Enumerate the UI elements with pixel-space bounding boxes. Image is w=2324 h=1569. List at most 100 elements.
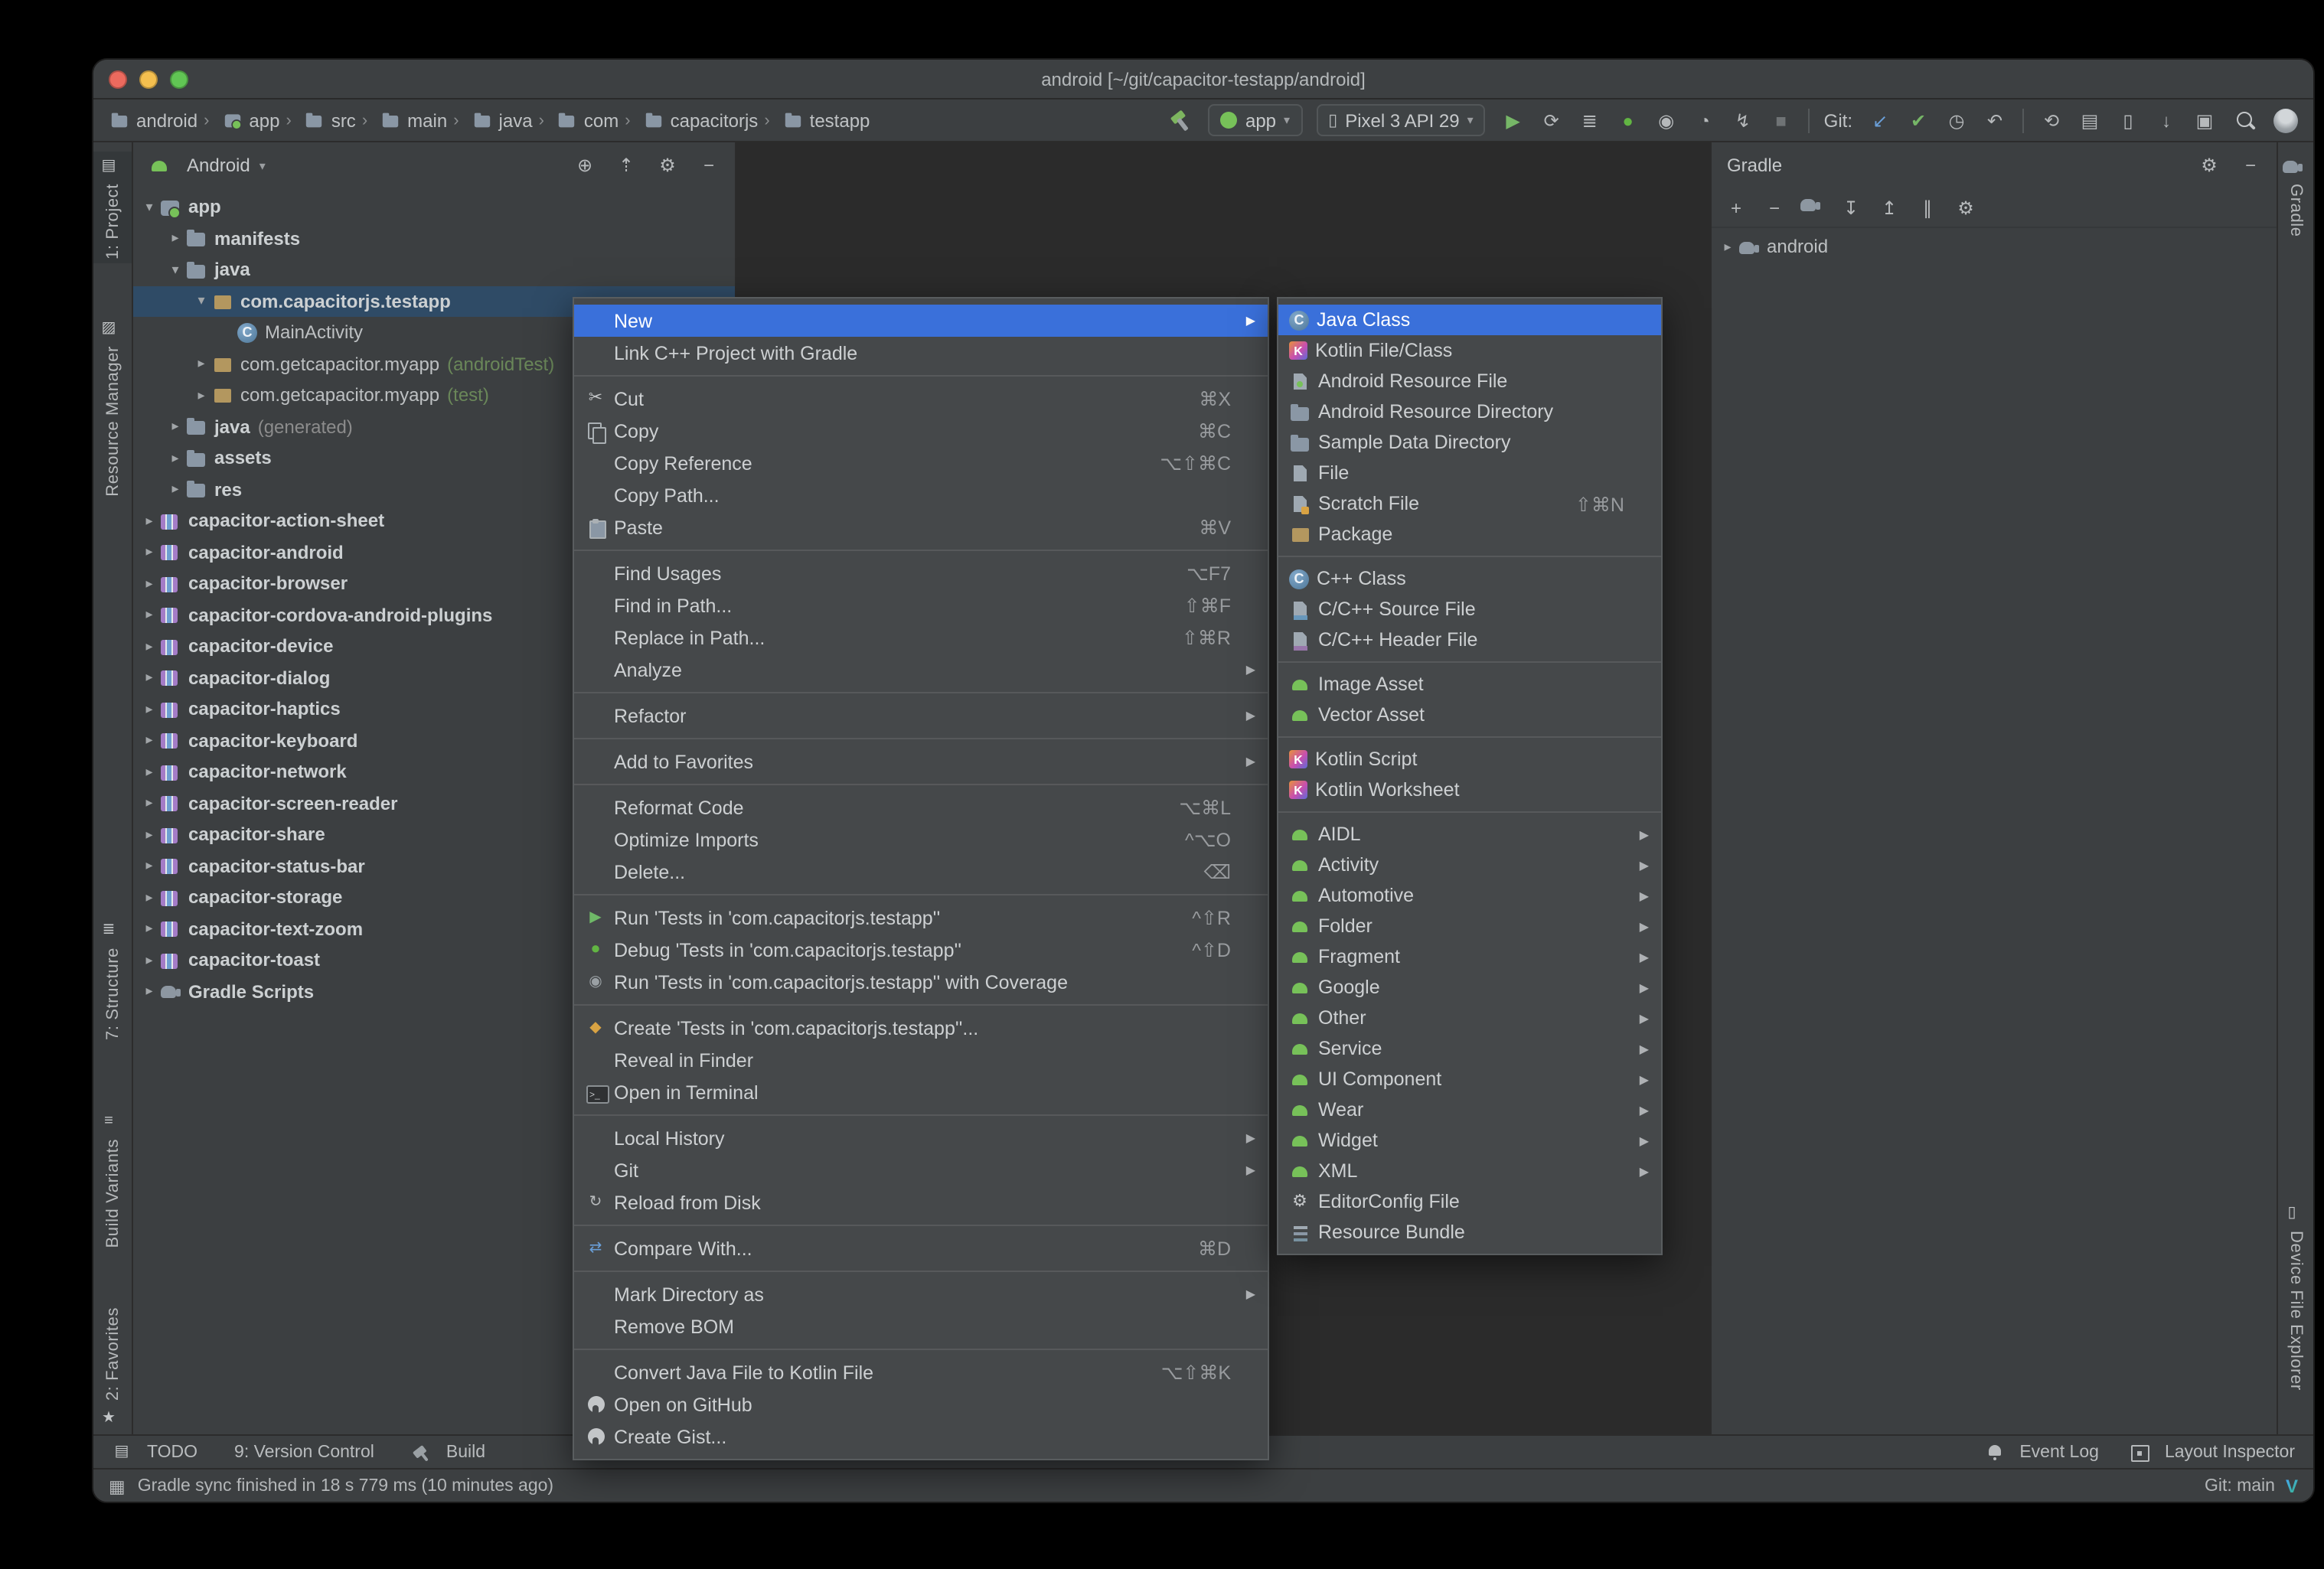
expander-icon[interactable]: ▸: [1718, 239, 1738, 256]
tool-tab-build-variants[interactable]: ≡ Build Variants: [93, 1107, 132, 1253]
attach-debugger-button[interactable]: ↯: [1729, 106, 1757, 134]
menu-item-run-tests-in-com-capacitorjs-testapp[interactable]: ▶ Run 'Tests in 'com.capacitorjs.testapp…: [574, 902, 1268, 934]
submenu-item-wear[interactable]: Wear ▶: [1278, 1094, 1661, 1125]
menu-item-replace-in-path[interactable]: Replace in Path... ⇧⌘R: [574, 621, 1268, 654]
submenu-item-sample-data-directory[interactable]: Sample Data Directory: [1278, 427, 1661, 458]
tool-tab-device-file-explorer[interactable]: ▯ Device File Explorer: [2278, 1199, 2313, 1395]
expander-icon[interactable]: ▸: [139, 795, 159, 812]
menu-item-convert-java-file-to-kotlin-file[interactable]: Convert Java File to Kotlin File ⌥⇧⌘K: [574, 1356, 1268, 1388]
expander-icon[interactable]: ▾: [165, 262, 185, 279]
submenu-item-c-class[interactable]: C C++ Class: [1278, 563, 1661, 594]
submenu-item-package[interactable]: Package: [1278, 519, 1661, 550]
expander-icon[interactable]: ▸: [139, 827, 159, 843]
expander-icon[interactable]: ▸: [191, 387, 211, 404]
expand-all-button[interactable]: ↧: [1837, 194, 1865, 221]
menu-item-add-to-favorites[interactable]: Add to Favorites ▶: [574, 745, 1268, 778]
expander-icon[interactable]: ▸: [139, 638, 159, 655]
submenu-item-vector-asset[interactable]: Vector Asset: [1278, 700, 1661, 730]
expander-icon[interactable]: ▾: [191, 293, 211, 310]
search-icon[interactable]: [2232, 106, 2260, 134]
tool-tab-todo[interactable]: ▤ TODO: [112, 1443, 198, 1461]
expander-icon[interactable]: ▸: [139, 921, 159, 938]
breadcrumb-item-app[interactable]: › app: [197, 109, 279, 131]
expander-icon[interactable]: ▸: [165, 481, 185, 498]
run-button[interactable]: ▶: [1500, 106, 1527, 134]
menu-item-copy[interactable]: Copy ⌘C: [574, 415, 1268, 447]
expander-icon[interactable]: ▸: [139, 670, 159, 687]
run-task-button[interactable]: ∥: [1914, 194, 1941, 221]
view-settings-button[interactable]: ⚙: [657, 155, 678, 176]
menu-item-reveal-in-finder[interactable]: Reveal in Finder: [574, 1044, 1268, 1076]
submenu-item-resource-bundle[interactable]: Resource Bundle: [1278, 1217, 1661, 1248]
profiler-button[interactable]: ◔: [1691, 106, 1719, 134]
submenu-item-aidl[interactable]: AIDL ▶: [1278, 819, 1661, 850]
apply-changes-button[interactable]: ⟳: [1538, 106, 1565, 134]
submenu-item-kotlin-worksheet[interactable]: K Kotlin Worksheet: [1278, 775, 1661, 805]
gradle-icon[interactable]: [1799, 194, 1826, 221]
menu-item-copy-reference[interactable]: Copy Reference ⌥⇧⌘C: [574, 447, 1268, 479]
avatar[interactable]: [2273, 108, 2298, 132]
expander-icon[interactable]: ▸: [139, 952, 159, 969]
menu-item-mark-directory-as[interactable]: Mark Directory as ▶: [574, 1278, 1268, 1310]
zoom-button[interactable]: [170, 70, 188, 88]
submenu-item-service[interactable]: Service ▶: [1278, 1033, 1661, 1064]
tool-tab-structure[interactable]: ≣ 7: Structure: [93, 915, 132, 1045]
gradle-tools-button[interactable]: ⚙: [1952, 194, 1980, 221]
breadcrumb-item-com[interactable]: › com: [533, 109, 619, 131]
expander-icon[interactable]: ▸: [139, 607, 159, 624]
menu-item-compare-with[interactable]: ⇄ Compare With... ⌘D: [574, 1232, 1268, 1264]
expander-icon[interactable]: ▸: [139, 544, 159, 561]
layout-inspector-button[interactable]: ▣: [2191, 106, 2218, 134]
menu-item-paste[interactable]: Paste ⌘V: [574, 511, 1268, 543]
menu-item-find-usages[interactable]: Find Usages ⌥F7: [574, 557, 1268, 589]
run-configuration-select[interactable]: app ▾: [1208, 104, 1303, 136]
menu-item-refactor[interactable]: Refactor ▶: [574, 700, 1268, 732]
debug-button[interactable]: ●: [1614, 106, 1642, 134]
run-tasks-button[interactable]: ≣: [1576, 106, 1604, 134]
submenu-item-folder[interactable]: Folder ▶: [1278, 911, 1661, 941]
menu-item-create-tests-in-com-capacitorjs-testapp[interactable]: ◆ Create 'Tests in 'com.capacitorjs.test…: [574, 1012, 1268, 1044]
tree-row-manifests[interactable]: ▸ manifests: [133, 223, 735, 254]
tool-tab-gradle[interactable]: Gradle: [2278, 152, 2313, 242]
stop-button[interactable]: ■: [1767, 106, 1795, 134]
submenu-item-kotlin-script[interactable]: K Kotlin Script: [1278, 744, 1661, 775]
collapse-all-button[interactable]: ⇡: [615, 155, 637, 176]
tool-tab-favorites[interactable]: ★ 2: Favorites: [93, 1303, 132, 1433]
submenu-item-fragment[interactable]: Fragment ▶: [1278, 941, 1661, 972]
expander-icon[interactable]: ▸: [165, 230, 185, 247]
menu-item-cut[interactable]: ✂ Cut ⌘X: [574, 383, 1268, 415]
submenu-item-c-c-header-file[interactable]: C/C++ Header File: [1278, 625, 1661, 655]
expander-icon[interactable]: ▾: [139, 199, 159, 216]
expander-icon[interactable]: ▸: [139, 889, 159, 906]
gradle-settings-button[interactable]: ⚙: [2198, 155, 2220, 176]
submenu-item-widget[interactable]: Widget ▶: [1278, 1125, 1661, 1156]
tree-row-app[interactable]: ▾ app: [133, 191, 735, 223]
submenu-item-google[interactable]: Google ▶: [1278, 972, 1661, 1003]
git-branch-widget[interactable]: Git: main: [2205, 1476, 2275, 1495]
add-gradle-project-button[interactable]: +: [1722, 194, 1750, 221]
project-view-select[interactable]: Android: [187, 155, 250, 176]
event-log-button[interactable]: Event Log: [1984, 1443, 2099, 1461]
submenu-item-android-resource-directory[interactable]: Android Resource Directory: [1278, 396, 1661, 427]
submenu-item-c-c-source-file[interactable]: C/C++ Source File: [1278, 594, 1661, 625]
expander-icon[interactable]: ▸: [139, 858, 159, 875]
locate-file-button[interactable]: ⊕: [574, 155, 596, 176]
submenu-item-kotlin-file-class[interactable]: K Kotlin File/Class: [1278, 335, 1661, 366]
tool-tab-version-control[interactable]: 9: Version Control: [234, 1443, 374, 1461]
avd-manager-button[interactable]: ▯: [2114, 106, 2142, 134]
menu-item-analyze[interactable]: Analyze ▶: [574, 654, 1268, 686]
submenu-item-editorconfig-file[interactable]: ⚙ EditorConfig File: [1278, 1186, 1661, 1217]
remove-gradle-project-button[interactable]: −: [1761, 194, 1788, 221]
menu-item-run-tests-in-com-capacitorjs-testapp-with-covera[interactable]: ◉ Run 'Tests in 'com.capacitorjs.testapp…: [574, 966, 1268, 998]
menu-item-new[interactable]: New ▶: [574, 305, 1268, 337]
expander-icon[interactable]: ▸: [139, 701, 159, 718]
menu-item-debug-tests-in-com-capacitorjs-testapp[interactable]: ● Debug 'Tests in 'com.capacitorjs.testa…: [574, 934, 1268, 966]
expander-icon[interactable]: ▸: [139, 764, 159, 781]
layout-inspector-button[interactable]: Layout Inspector: [2130, 1443, 2295, 1462]
menu-item-copy-path[interactable]: Copy Path...: [574, 479, 1268, 511]
update-project-button[interactable]: ↙: [1866, 106, 1894, 134]
expander-icon[interactable]: ▸: [165, 450, 185, 467]
menu-item-open-on-github[interactable]: Open on GitHub: [574, 1388, 1268, 1421]
submenu-item-file[interactable]: File: [1278, 458, 1661, 488]
submenu-item-scratch-file[interactable]: Scratch File ⇧⌘N: [1278, 488, 1661, 519]
